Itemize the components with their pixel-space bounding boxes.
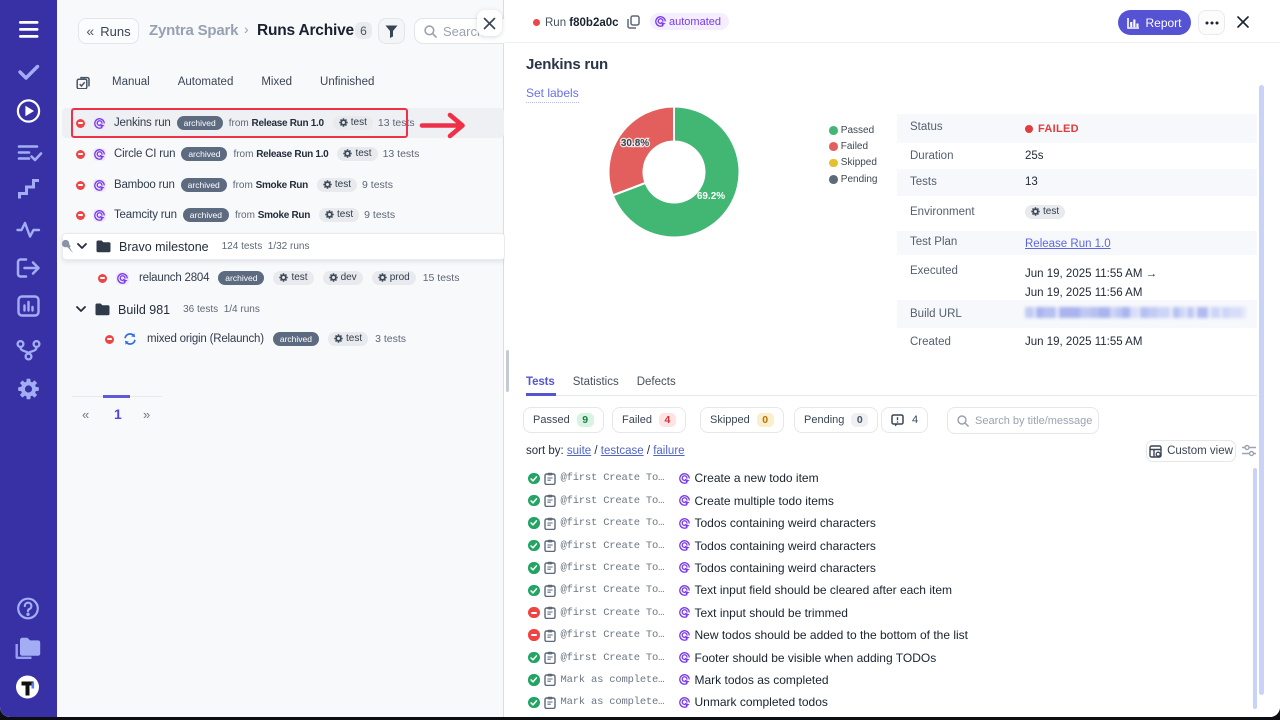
svg-text:69.2%: 69.2% — [697, 191, 725, 202]
svg-text:30.8%: 30.8% — [621, 138, 649, 149]
